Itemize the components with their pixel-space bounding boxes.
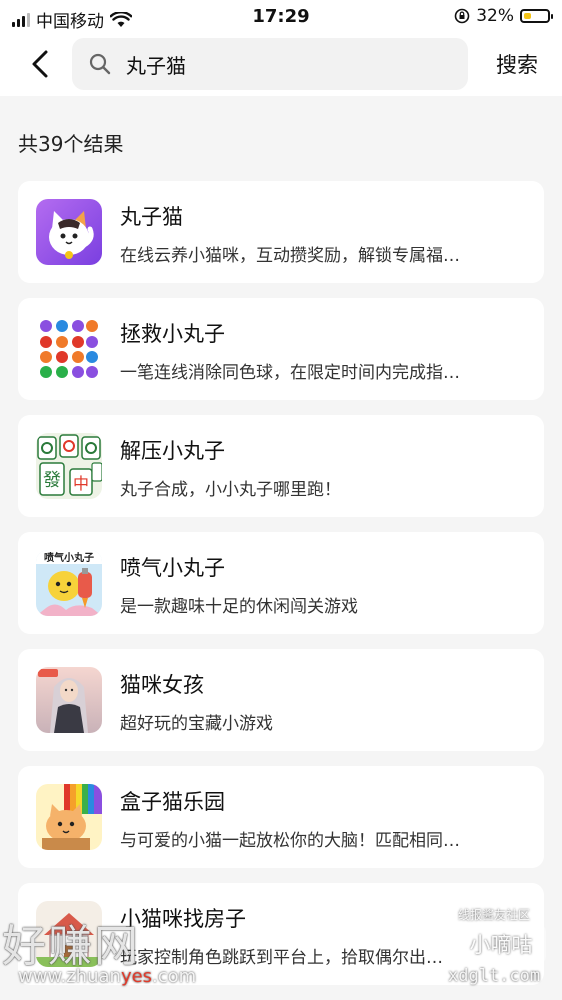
item-title: 喷气小丸子 (120, 556, 225, 580)
watermark-url-suffix: .com (152, 966, 197, 987)
battery-percent: 32% (476, 6, 514, 26)
item-description: 一笔连线消除同色球，在限定时间内完成指… (120, 363, 460, 383)
battery-icon (520, 9, 553, 23)
watermark-url-accent: yes (120, 966, 153, 987)
search-input[interactable] (124, 51, 448, 77)
item-title: 丸子猫 (120, 205, 183, 229)
svg-text:喷气小丸子: 喷气小丸子 (44, 551, 94, 564)
result-count: 共39个结果 (18, 132, 124, 156)
svg-text:中: 中 (73, 474, 89, 493)
cat-app-icon (36, 199, 102, 265)
item-description: 与可爱的小猫一起放松你的大脑！匹配相同… (120, 831, 460, 851)
girl-app-icon (36, 667, 102, 733)
watermark-url-part: www.zhuan (18, 966, 121, 987)
chevron-left-icon (32, 50, 48, 78)
item-title: 盒子猫乐园 (120, 790, 225, 814)
list-item[interactable]: 喷气小丸子 喷气小丸子 是一款趣味十足的休闲闯关游戏 (18, 532, 544, 634)
item-description: 在线云养小猫咪，互动攒奖励，解锁专属福… (120, 246, 460, 266)
search-header: 搜索 (0, 32, 562, 96)
back-button[interactable] (22, 46, 58, 82)
colored-balls-app-icon (36, 316, 102, 382)
watermark-brand-badge: 小嘀咕 (456, 924, 546, 964)
item-title: 拯救小丸子 (120, 322, 225, 346)
watermark-logo: 好赚网 (2, 921, 140, 972)
watermark-url: www.zhuanyes.com (18, 966, 196, 987)
watermark-site: xdglt.com (448, 966, 541, 986)
svg-text:發: 發 (43, 470, 61, 491)
orientation-lock-icon (454, 8, 470, 24)
search-button[interactable]: 搜索 (496, 49, 538, 79)
search-icon (89, 53, 111, 75)
mahjong-app-icon: 發 中 (36, 433, 102, 499)
box-cat-app-icon (36, 784, 102, 850)
list-item[interactable]: 盒子猫乐园 与可爱的小猫一起放松你的大脑！匹配相同… (18, 766, 544, 868)
list-item[interactable]: 發 中 解压小丸子 丸子合成，小小丸子哪里跑！ (18, 415, 544, 517)
list-item[interactable]: 丸子猫 在线云养小猫咪，互动攒奖励，解锁专属福… (18, 181, 544, 283)
list-item[interactable]: 拯救小丸子 一笔连线消除同色球，在限定时间内完成指… (18, 298, 544, 400)
watermark-community: 线报酱友社区 (458, 908, 531, 922)
item-description: 是一款趣味十足的休闲闯关游戏 (120, 597, 358, 617)
list-item[interactable]: 猫咪女孩 超好玩的宝藏小游戏 (18, 649, 544, 751)
item-description: 丸子合成，小小丸子哪里跑！ (120, 480, 341, 500)
status-bar: 中国移动 17:29 32% (0, 0, 562, 32)
jet-ball-app-icon: 喷气小丸子 (36, 550, 102, 616)
item-title: 猫咪女孩 (120, 673, 204, 697)
item-description: 超好玩的宝藏小游戏 (120, 714, 273, 734)
item-title: 解压小丸子 (120, 439, 225, 463)
search-box[interactable] (72, 38, 468, 90)
